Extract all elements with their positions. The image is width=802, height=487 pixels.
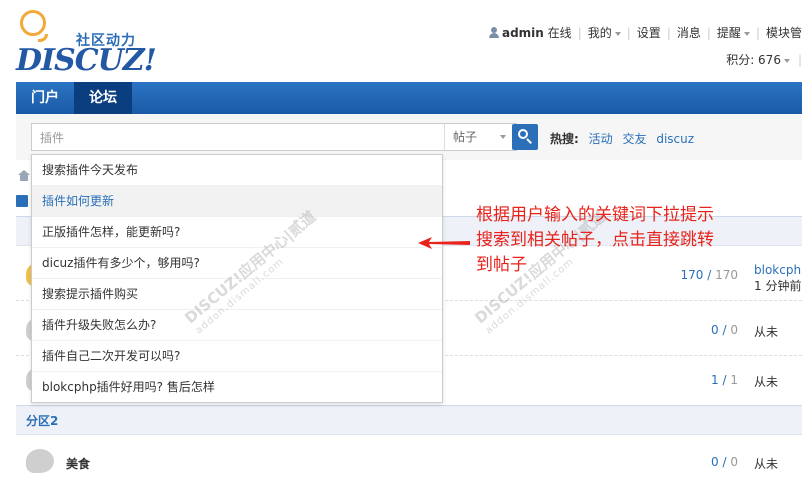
chevron-down-icon — [500, 135, 506, 139]
user-toolbar: admin 在线 | 我的 | 设置 | 消息 | 提醒 | 模块管 — [483, 24, 802, 41]
site-header: 社区动力 DISCUZ! admin 在线 | 我的 | 设置 | 消息 | 提醒 | 模块管 积… — [0, 0, 802, 82]
nav-portal[interactable]: 门户 — [16, 82, 74, 114]
messages-link[interactable]: 消息 — [677, 26, 701, 40]
suggestion-item[interactable]: 搜索插件今天发布 — [32, 155, 442, 186]
forum-last-post: 从未 — [754, 325, 779, 339]
forum-name[interactable]: 美食 — [66, 455, 90, 472]
credits-menu[interactable]: 积分: 676 — [726, 53, 781, 67]
search-button[interactable] — [512, 124, 538, 150]
forum-counts: 0 / 0 — [711, 323, 738, 337]
arrow-left-icon — [418, 237, 470, 249]
home-icon[interactable] — [18, 170, 30, 181]
stats-icon[interactable] — [16, 195, 28, 207]
category-title: 分区2 — [26, 414, 59, 428]
hot-word-link[interactable]: 交友 — [622, 132, 646, 146]
hot-search-label: 热搜: — [550, 132, 579, 146]
forum-last-post: 从未 — [754, 457, 779, 471]
main-nav: 门户 论坛 — [16, 82, 802, 115]
search-type-select[interactable]: 帖子 — [444, 124, 516, 150]
chevron-down-icon — [614, 31, 621, 36]
suggestion-item[interactable]: blokcphp插件好用吗? 售后怎样 — [32, 372, 442, 402]
forum-icon — [26, 449, 54, 473]
forum-last-post: 从未 — [754, 375, 779, 389]
user-icon — [488, 27, 499, 38]
annotation-text: 根据用户输入的关键词下拉提示 搜索到相关帖子，点击直接跳转 到帖子 — [476, 205, 714, 275]
search-input[interactable] — [32, 124, 460, 150]
suggestion-item[interactable]: dicuz插件有多少个，够用吗? — [32, 248, 442, 279]
suggestion-item[interactable]: 插件升级失败怎么办? — [32, 310, 442, 341]
nav-forum[interactable]: 论坛 — [74, 82, 132, 114]
search-suggestions: 搜索插件今天发布 插件如何更新 正版插件怎样，能更新吗? dicuz插件有多少个… — [31, 154, 443, 403]
hot-word-link[interactable]: discuz — [656, 132, 694, 146]
hot-word-link[interactable]: 活动 — [589, 132, 613, 146]
username-link[interactable]: admin — [502, 26, 544, 40]
logo-wordmark: DISCUZ! — [16, 43, 157, 78]
suggestion-item[interactable]: 搜索提示插件购买 — [32, 279, 442, 310]
forum-row[interactable]: 美食 0 / 0 从未 — [16, 437, 802, 487]
suggestion-item[interactable]: 正版插件怎样，能更新吗? — [32, 217, 442, 248]
suggestion-item[interactable]: 插件自己二次开发可以吗? — [32, 341, 442, 372]
credits-bar: 积分: 676 | — [726, 53, 802, 67]
my-menu[interactable]: 我的 — [588, 26, 612, 40]
forum-counts: 1 / 1 — [711, 373, 738, 387]
suggestion-item[interactable]: 插件如何更新 — [32, 186, 442, 217]
chevron-down-icon — [743, 31, 750, 36]
bulb-icon — [20, 10, 46, 36]
online-status: 在线 — [547, 26, 572, 40]
discuz-logo[interactable]: 社区动力 DISCUZ! — [14, 8, 164, 78]
settings-link[interactable]: 设置 — [637, 26, 661, 40]
forum-counts: 0 / 0 — [711, 455, 738, 469]
chevron-down-icon — [783, 58, 790, 63]
notifications-menu[interactable]: 提醒 — [717, 26, 741, 40]
search-box: 帖子 — [31, 123, 517, 151]
module-manage-link[interactable]: 模块管 — [766, 26, 802, 40]
search-icon — [518, 129, 528, 139]
category-bar[interactable]: 分区2 — [16, 405, 802, 435]
search-type-label: 帖子 — [453, 130, 478, 144]
hot-search: 热搜: 活动 交友 discuz — [550, 130, 700, 147]
